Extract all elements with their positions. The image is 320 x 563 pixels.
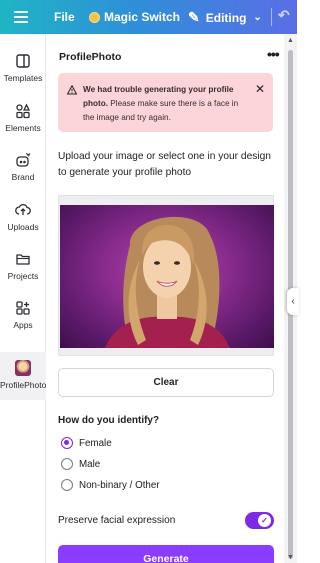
profilephoto-panel: ProfilePhoto ••• We had trouble generati… — [47, 34, 284, 563]
rail-label: Brand — [11, 172, 35, 182]
pencil-icon: ✎ — [188, 9, 200, 25]
radio-button[interactable] — [61, 479, 73, 491]
undo-icon[interactable]: ↶ — [278, 7, 290, 24]
radio-option-male[interactable]: Male — [61, 458, 100, 470]
rail-item-projects[interactable]: Projects — [0, 251, 46, 281]
elements-icon — [16, 103, 31, 119]
warning-icon — [67, 85, 77, 95]
menu-icon[interactable] — [14, 11, 28, 23]
scroll-up-icon[interactable]: ▲ — [287, 37, 294, 44]
rail-label: Uploads — [7, 222, 39, 232]
selected-portrait-image — [60, 205, 274, 348]
magic-switch-label: Magic Switch — [104, 10, 181, 24]
file-menu-button[interactable]: File — [54, 10, 75, 24]
folder-icon — [16, 254, 30, 265]
rail-label: Elements — [5, 123, 41, 133]
rail-item-apps[interactable]: Apps — [0, 300, 46, 330]
apps-icon — [16, 301, 30, 315]
chevron-left-icon: ‹ — [291, 296, 295, 307]
radio-button-checked[interactable] — [61, 437, 73, 449]
preserve-expression-toggle[interactable]: ✓ — [245, 512, 274, 529]
clear-button[interactable]: Clear — [58, 368, 274, 397]
radio-option-non-binary[interactable]: Non-binary / Other — [61, 479, 160, 491]
radio-label: Male — [79, 458, 101, 470]
rail-label: Apps — [13, 320, 33, 330]
rail-item-templates[interactable]: Templates — [0, 53, 46, 83]
radio-label: Non-binary / Other — [79, 479, 160, 491]
templates-icon — [16, 54, 30, 68]
chevron-down-icon: ⌄ — [253, 12, 262, 23]
magic-switch-button[interactable]: Magic Switch — [89, 10, 180, 24]
scroll-down-icon[interactable]: ▼ — [287, 554, 294, 561]
error-alert: We had trouble generating your profile p… — [58, 73, 273, 132]
panel-title: ProfilePhoto — [59, 51, 122, 63]
rail-item-elements[interactable]: Elements — [0, 103, 46, 133]
radio-option-female[interactable]: Female — [61, 437, 112, 449]
profilephoto-app-icon — [15, 360, 31, 376]
rail-item-profilephoto[interactable]: ProfilePhoto — [0, 352, 46, 400]
rail-label: Projects — [7, 271, 39, 281]
radio-button[interactable] — [61, 458, 73, 470]
collapse-panel-button[interactable]: ‹ — [287, 288, 299, 315]
radio-label: Female — [79, 437, 112, 449]
divider — [271, 8, 272, 26]
rail-item-uploads[interactable]: Uploads — [0, 202, 46, 232]
editing-mode-button[interactable]: ✎ Editing ⌄ — [188, 9, 262, 26]
intro-text: Upload your image or select one in your … — [58, 151, 271, 178]
top-bar: File Magic Switch ✎ Editing ⌄ ↶ — [0, 0, 297, 34]
error-message: We had trouble generating your profile p… — [83, 83, 251, 125]
more-options-icon[interactable]: ••• — [267, 46, 280, 62]
brand-icon — [16, 152, 31, 167]
preserve-expression-label: Preserve facial expression — [58, 515, 176, 526]
magic-switch-icon — [89, 11, 100, 23]
check-icon: ✓ — [258, 514, 271, 527]
close-icon[interactable]: ✕ — [255, 82, 265, 96]
rail-label: Templates — [3, 73, 43, 83]
side-rail: Templates Elements Brand Uploads Project… — [0, 34, 46, 563]
selected-image-frame — [58, 195, 274, 356]
portrait-illustration — [105, 216, 230, 348]
rail-label: ProfilePhoto — [0, 380, 47, 390]
upload-icon — [15, 203, 31, 215]
rail-item-brand[interactable]: Brand — [0, 152, 46, 182]
editing-label: Editing — [205, 10, 247, 25]
generate-button[interactable]: Generate — [58, 545, 274, 563]
identify-label: How do you identify? — [58, 415, 160, 426]
